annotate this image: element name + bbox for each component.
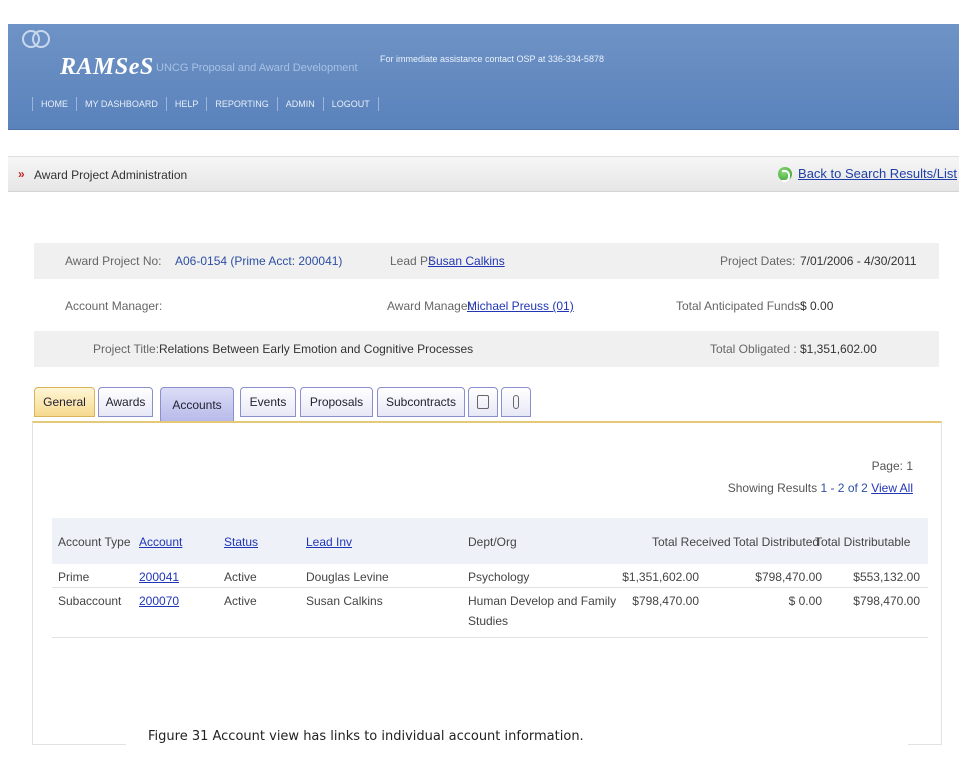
results-indicator: Showing Results 1 - 2 of 2 View All bbox=[728, 477, 913, 499]
cell-account-type: Prime bbox=[58, 570, 90, 584]
anticipated-funds-label: Total Anticipated Funds: bbox=[676, 299, 804, 313]
tab-events[interactable]: Events bbox=[240, 387, 296, 417]
page-label: Page: bbox=[871, 459, 903, 473]
cell-status: Active bbox=[224, 570, 257, 584]
back-to-results-link[interactable]: Back to Search Results/List bbox=[798, 166, 957, 181]
summary-row-3: Project Title: Relations Between Early E… bbox=[34, 331, 939, 367]
cell-account-type: Subaccount bbox=[58, 594, 122, 608]
award-no-label: Award Project No: bbox=[65, 254, 162, 268]
nav-my-dashboard[interactable]: MY DASHBOARD bbox=[76, 97, 166, 111]
award-manager-label: Award Manager: bbox=[387, 299, 475, 313]
cell-status: Active bbox=[224, 594, 257, 608]
tab-accounts[interactable]: Accounts bbox=[160, 387, 234, 423]
project-title-value: Relations Between Early Emotion and Cogn… bbox=[159, 342, 474, 356]
cell-dept: Human Develop and Family bbox=[468, 594, 617, 608]
col-status-sort[interactable]: Status bbox=[224, 535, 258, 549]
cell-dept-line2: Studies bbox=[468, 614, 509, 628]
cell-total-distributed: $798,470.00 bbox=[755, 570, 822, 584]
col-total-distributed: Total Distributed bbox=[733, 535, 820, 549]
total-obligated-label: Total Obligated : bbox=[710, 342, 797, 356]
project-summary: Award Project No: A06-0154 (Prime Acct: … bbox=[34, 243, 939, 370]
assistance-text: For immediate assistance contact OSP at … bbox=[380, 54, 604, 64]
top-nav: HOME MY DASHBOARD HELP REPORTING ADMIN L… bbox=[32, 97, 379, 111]
app-logo[interactable]: RAMSeS bbox=[60, 54, 154, 81]
project-dates-label: Project Dates: bbox=[720, 254, 796, 268]
paperclip-icon bbox=[513, 395, 519, 409]
nav-help[interactable]: HELP bbox=[165, 97, 207, 111]
page-indicator: Page: 1 bbox=[728, 455, 913, 477]
app-tagline: UNCG Proposal and Award Development bbox=[156, 62, 358, 74]
nav-reporting[interactable]: REPORTING bbox=[206, 97, 276, 111]
logo-rings-icon bbox=[22, 30, 62, 56]
top-strip bbox=[0, 0, 959, 24]
award-no-value: A06-0154 (Prime Acct: 200041) bbox=[175, 254, 343, 268]
summary-row-2: Account Manager: Award Manager: Michael … bbox=[34, 288, 939, 324]
col-total-distributable: Total Distributable bbox=[815, 535, 911, 549]
tab-subcontracts[interactable]: Subcontracts bbox=[377, 387, 465, 417]
paging-info: Page: 1 Showing Results 1 - 2 of 2 View … bbox=[728, 455, 913, 499]
table-header: Account Type Account Status Lead Inv Dep… bbox=[52, 518, 928, 564]
accounts-table: Account Type Account Status Lead Inv Dep… bbox=[52, 518, 928, 638]
project-title-label: Project Title: bbox=[93, 342, 160, 356]
page-number: 1 bbox=[906, 459, 913, 473]
col-account-sort[interactable]: Account bbox=[139, 535, 182, 549]
tab-awards[interactable]: Awards bbox=[98, 387, 153, 417]
account-link[interactable]: 200070 bbox=[139, 594, 179, 608]
tab-general[interactable]: General bbox=[34, 387, 95, 417]
cell-total-distributable: $798,470.00 bbox=[853, 594, 920, 608]
cell-total-received: $798,470.00 bbox=[632, 594, 699, 608]
document-icon bbox=[477, 395, 489, 409]
project-dates-value: 7/01/2006 - 4/30/2011 bbox=[800, 254, 917, 268]
col-account-type: Account Type bbox=[58, 535, 131, 549]
col-lead-inv-sort[interactable]: Lead Inv bbox=[306, 535, 352, 549]
figure-caption: Figure 31 Account view has links to indi… bbox=[126, 712, 908, 762]
nav-logout[interactable]: LOGOUT bbox=[322, 97, 379, 111]
app-header: RAMSeS UNCG Proposal and Award Developme… bbox=[8, 24, 959, 130]
lead-pi-link[interactable]: Susan Calkins bbox=[428, 254, 505, 268]
col-dept-org: Dept/Org bbox=[468, 535, 517, 549]
summary-row-1: Award Project No: A06-0154 (Prime Acct: … bbox=[34, 243, 939, 279]
page-titlebar: » Award Project Administration Back to S… bbox=[8, 156, 959, 192]
back-arrow-icon[interactable] bbox=[778, 166, 793, 182]
table-row: Subaccount 200070 Active Susan Calkins H… bbox=[52, 588, 928, 638]
account-link[interactable]: 200041 bbox=[139, 570, 179, 584]
cell-total-distributed: $ 0.00 bbox=[788, 594, 822, 608]
cell-dept: Psychology bbox=[468, 570, 530, 584]
award-manager-link[interactable]: Michael Preuss (01) bbox=[467, 299, 574, 313]
page-title: Award Project Administration bbox=[34, 168, 188, 182]
tab-proposals[interactable]: Proposals bbox=[300, 387, 373, 417]
cell-lead-inv: Susan Calkins bbox=[306, 594, 383, 608]
cell-lead-inv: Douglas Levine bbox=[306, 570, 389, 584]
nav-home[interactable]: HOME bbox=[32, 97, 76, 111]
account-manager-label: Account Manager: bbox=[65, 299, 163, 313]
nav-admin[interactable]: ADMIN bbox=[276, 97, 323, 111]
showing-label: Showing Results bbox=[727, 481, 818, 495]
back-to-results[interactable]: Back to Search Results/List bbox=[778, 166, 957, 182]
table-row: Prime 200041 Active Douglas Levine Psych… bbox=[52, 564, 928, 588]
double-arrow-icon: » bbox=[18, 167, 25, 181]
col-total-received: Total Received bbox=[652, 535, 731, 549]
tab-documents[interactable] bbox=[468, 387, 498, 417]
anticipated-funds-value: $ 0.00 bbox=[800, 299, 834, 313]
total-obligated-value: $1,351,602.00 bbox=[800, 342, 877, 356]
results-range: 1 - 2 of 2 bbox=[820, 481, 868, 495]
cell-total-distributable: $553,132.00 bbox=[853, 570, 920, 584]
tab-attachments[interactable] bbox=[501, 387, 531, 417]
cell-total-received: $1,351,602.00 bbox=[622, 570, 699, 584]
view-all-link[interactable]: View All bbox=[871, 481, 913, 495]
